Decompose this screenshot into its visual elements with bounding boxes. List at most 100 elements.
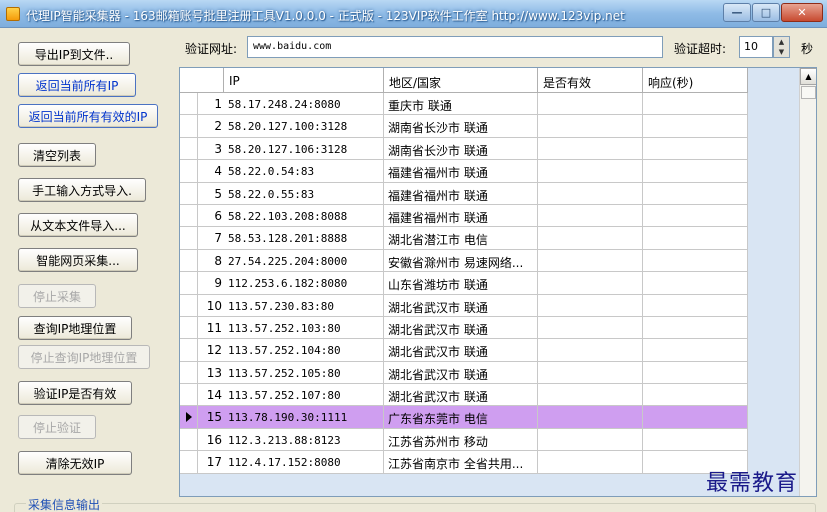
region-cell[interactable]: 安徽省滁州市 易速网络...	[384, 249, 538, 272]
valid-cell[interactable]	[538, 204, 643, 227]
region-cell[interactable]: 广东省东莞市 电信	[384, 406, 538, 428]
region-cell[interactable]: 江苏省南京市 全省共用...	[384, 451, 538, 473]
region-cell[interactable]: 重庆市 联通	[384, 93, 538, 115]
region-cell[interactable]: 江苏省苏州市 移动	[384, 428, 538, 451]
ip-table[interactable]: IP 地区/国家 是否有效 响应(秒) 1 58.17.248.24:8080 重庆…	[179, 67, 817, 497]
ip-cell[interactable]: 58.53.128.201:8888	[224, 227, 384, 249]
response-cell[interactable]	[643, 294, 748, 316]
valid-cell[interactable]	[538, 294, 643, 316]
table-row[interactable]: 6 58.22.103.208:8088 福建省福州市 联通	[180, 204, 748, 228]
valid-cell[interactable]	[538, 339, 643, 361]
ip-cell[interactable]: 113.57.252.103:80	[224, 316, 384, 339]
web-collect-button[interactable]: 智能网页采集...	[18, 248, 138, 272]
response-cell[interactable]	[643, 406, 748, 428]
region-cell[interactable]: 湖北省武汉市 联通	[384, 316, 538, 339]
file-import-button[interactable]: 从文本文件导入...	[18, 213, 138, 237]
show-all-ip-button[interactable]: 返回当前所有IP	[18, 73, 136, 97]
ip-cell[interactable]: 113.57.252.104:80	[224, 339, 384, 361]
response-cell[interactable]	[643, 93, 748, 115]
scroll-up-icon[interactable]: ▲	[800, 68, 816, 85]
region-cell[interactable]: 湖北省武汉市 联通	[384, 339, 538, 361]
table-row[interactable]: 12 113.57.252.104:80 湖北省武汉市 联通	[180, 339, 748, 362]
table-row[interactable]: 8 27.54.225.204:8000 安徽省滁州市 易速网络...	[180, 249, 748, 273]
response-cell[interactable]	[643, 204, 748, 227]
spin-down-icon[interactable]: ▼	[774, 47, 789, 57]
vertical-scrollbar[interactable]: ▲	[799, 68, 816, 496]
region-cell[interactable]: 湖南省长沙市 联通	[384, 137, 538, 160]
table-row[interactable]: 9 112.253.6.182:8080 山东省潍坊市 联通	[180, 272, 748, 295]
table-row[interactable]: 1 58.17.248.24:8080 重庆市 联通	[180, 93, 748, 116]
valid-cell[interactable]	[538, 182, 643, 204]
table-row[interactable]: 7 58.53.128.201:8888 湖北省潜江市 电信	[180, 227, 748, 250]
ip-cell[interactable]: 58.20.127.100:3128	[224, 115, 384, 137]
table-row[interactable]: 2 58.20.127.100:3128 湖南省长沙市 联通	[180, 115, 748, 138]
valid-cell[interactable]	[538, 93, 643, 115]
minimize-button[interactable]: —	[723, 3, 751, 22]
region-cell[interactable]: 湖南省长沙市 联通	[384, 115, 538, 137]
response-cell[interactable]	[643, 339, 748, 361]
table-row[interactable]: 14 113.57.252.107:80 湖北省武汉市 联通	[180, 384, 748, 407]
header-valid[interactable]: 是否有效	[538, 68, 643, 93]
header-ip[interactable]: IP	[224, 68, 384, 93]
ip-cell[interactable]: 112.4.17.152:8080	[224, 451, 384, 473]
table-row[interactable]: 3 58.20.127.106:3128 湖南省长沙市 联通	[180, 137, 748, 161]
valid-cell[interactable]	[538, 160, 643, 182]
region-cell[interactable]: 山东省潍坊市 联通	[384, 272, 538, 294]
ip-cell[interactable]: 113.57.252.107:80	[224, 384, 384, 406]
response-cell[interactable]	[643, 160, 748, 182]
table-row[interactable]: 10 113.57.230.83:80 湖北省武汉市 联通	[180, 294, 748, 317]
valid-cell[interactable]	[538, 384, 643, 406]
ip-cell[interactable]: 58.22.103.208:8088	[224, 204, 384, 227]
table-row[interactable]: 5 58.22.0.55:83 福建省福州市 联通	[180, 182, 748, 205]
export-ip-button[interactable]: 导出IP到文件..	[18, 42, 130, 66]
region-cell[interactable]: 湖北省武汉市 联通	[384, 294, 538, 316]
spin-up-icon[interactable]: ▲	[774, 37, 789, 47]
header-response[interactable]: 响应(秒)	[643, 68, 748, 93]
manual-import-button[interactable]: 手工输入方式导入.	[18, 178, 146, 202]
response-cell[interactable]	[643, 428, 748, 451]
valid-cell[interactable]	[538, 361, 643, 384]
ip-cell[interactable]: 58.17.248.24:8080	[224, 93, 384, 115]
response-cell[interactable]	[643, 115, 748, 137]
close-button[interactable]: ✕	[781, 3, 823, 22]
valid-cell[interactable]	[538, 272, 643, 294]
response-cell[interactable]	[643, 137, 748, 160]
table-row[interactable]: 17 112.4.17.152:8080 江苏省南京市 全省共用...	[180, 451, 748, 474]
timeout-input[interactable]: 10	[739, 36, 773, 58]
clear-list-button[interactable]: 清空列表	[18, 143, 96, 167]
valid-cell[interactable]	[538, 428, 643, 451]
valid-cell[interactable]	[538, 316, 643, 339]
valid-cell[interactable]	[538, 249, 643, 272]
table-row[interactable]: 16 112.3.213.88:8123 江苏省苏州市 移动	[180, 428, 748, 452]
valid-cell[interactable]	[538, 406, 643, 428]
region-cell[interactable]: 福建省福州市 联通	[384, 182, 538, 204]
ip-cell[interactable]: 112.253.6.182:8080	[224, 272, 384, 294]
maximize-button[interactable]: □	[752, 3, 780, 22]
ip-cell[interactable]: 58.20.127.106:3128	[224, 137, 384, 160]
region-cell[interactable]: 湖北省武汉市 联通	[384, 384, 538, 406]
query-location-button[interactable]: 查询IP地理位置	[18, 316, 132, 340]
region-cell[interactable]: 福建省福州市 联通	[384, 160, 538, 182]
valid-cell[interactable]	[538, 137, 643, 160]
response-cell[interactable]	[643, 316, 748, 339]
ip-cell[interactable]: 113.78.190.30:1111	[224, 406, 384, 428]
response-cell[interactable]	[643, 249, 748, 272]
timeout-spinner[interactable]: ▲ ▼	[773, 36, 790, 58]
response-cell[interactable]	[643, 182, 748, 204]
valid-cell[interactable]	[538, 115, 643, 137]
valid-cell[interactable]	[538, 227, 643, 249]
ip-cell[interactable]: 112.3.213.88:8123	[224, 428, 384, 451]
url-input[interactable]: www.baidu.com	[247, 36, 663, 58]
stop-query-location-button[interactable]: 停止查询IP地理位置	[18, 345, 150, 369]
table-row[interactable]: 4 58.22.0.54:83 福建省福州市 联通	[180, 160, 748, 183]
show-valid-ip-button[interactable]: 返回当前所有有效的IP	[18, 104, 158, 128]
verify-ip-button[interactable]: 验证IP是否有效	[18, 381, 132, 405]
scroll-thumb[interactable]	[801, 86, 816, 99]
response-cell[interactable]	[643, 361, 748, 384]
table-row[interactable]: 15 113.78.190.30:1111 广东省东莞市 电信	[180, 406, 748, 429]
ip-cell[interactable]: 58.22.0.54:83	[224, 160, 384, 182]
clear-invalid-ip-button[interactable]: 清除无效IP	[18, 451, 132, 475]
valid-cell[interactable]	[538, 451, 643, 473]
response-cell[interactable]	[643, 272, 748, 294]
ip-cell[interactable]: 113.57.230.83:80	[224, 294, 384, 316]
